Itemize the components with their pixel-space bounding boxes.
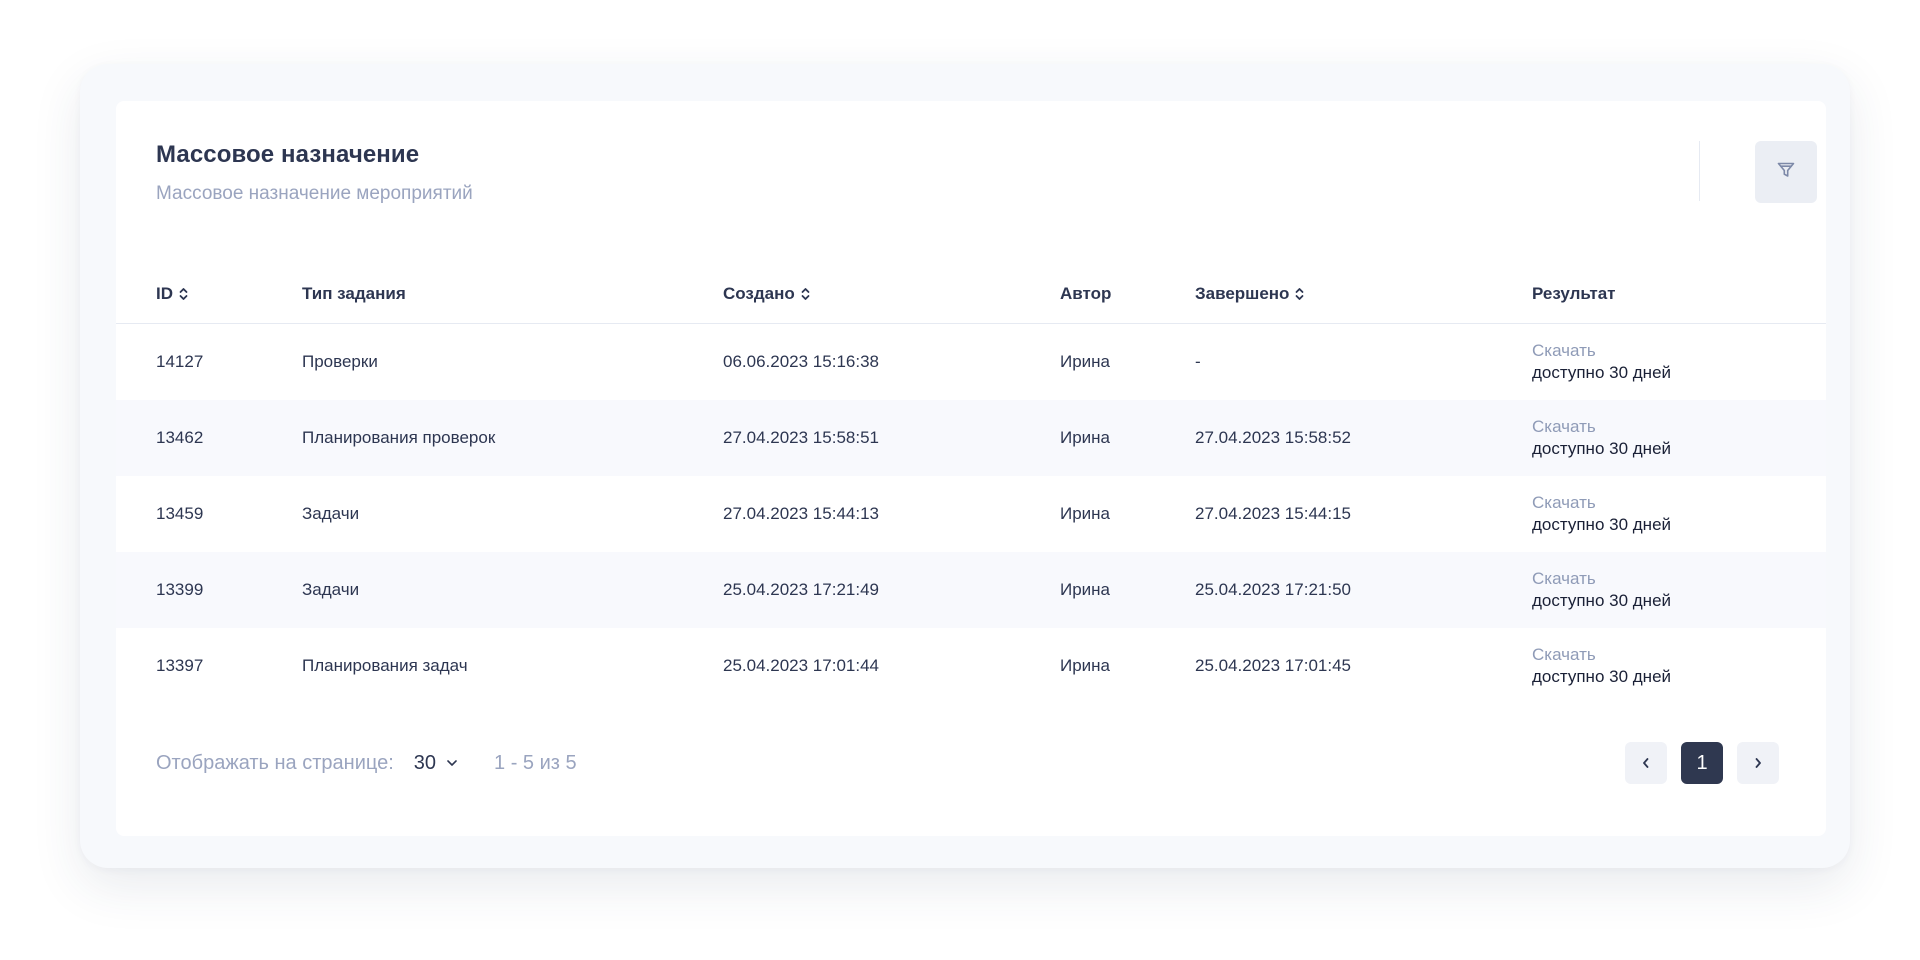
mass-assignment-card: Массовое назначение Массовое назначение …: [116, 101, 1826, 836]
cell-done: 25.04.2023 17:01:45: [1195, 656, 1351, 675]
column-header-author: Автор: [1060, 264, 1111, 324]
column-header-label: ID: [156, 284, 173, 303]
per-page-value: 30: [413, 751, 437, 774]
cell-result: Скачать доступно 30 дней: [1532, 400, 1671, 476]
table-row: 13459 Задачи 27.04.2023 15:44:13 Ирина 2…: [116, 476, 1826, 552]
availability-note: доступно 30 дней: [1532, 439, 1672, 458]
download-link[interactable]: Скачать: [1532, 644, 1596, 666]
cell-created: 06.06.2023 15:16:38: [723, 352, 879, 371]
filter-button[interactable]: [1755, 141, 1817, 203]
table-row: 14127 Проверки 06.06.2023 15:16:38 Ирина…: [116, 324, 1826, 400]
column-header-done[interactable]: Завершено: [1195, 264, 1304, 324]
availability-note: доступно 30 дней: [1532, 515, 1672, 534]
cell-id: 13459: [156, 504, 204, 523]
availability-note: доступно 30 дней: [1532, 363, 1672, 382]
page-subtitle: Массовое назначение мероприятий: [156, 183, 473, 204]
table-row: 13399 Задачи 25.04.2023 17:21:49 Ирина 2…: [116, 552, 1826, 628]
column-header-label: Завершено: [1195, 284, 1290, 303]
cell-created: 27.04.2023 15:44:13: [723, 504, 879, 523]
cell-result: Скачать доступно 30 дней: [1532, 476, 1671, 552]
cell-done: 25.04.2023 17:21:50: [1195, 580, 1351, 599]
column-header-result: Результат: [1532, 264, 1616, 324]
chevron-left-icon: [1642, 752, 1650, 775]
chevron-right-icon: [1754, 752, 1762, 775]
column-header-id[interactable]: ID: [156, 264, 188, 324]
cell-done: 27.04.2023 15:44:15: [1195, 504, 1351, 523]
table-footer: Отображать на странице: 30 1 - 5 из 5: [156, 742, 577, 784]
column-header-label: Автор: [1060, 284, 1112, 303]
table-row: 13462 Планирования проверок 27.04.2023 1…: [116, 400, 1826, 476]
column-header-label: Тип задания: [302, 284, 406, 303]
cell-type: Планирования проверок: [302, 428, 496, 447]
download-link[interactable]: Скачать: [1532, 416, 1596, 438]
cell-created: 25.04.2023 17:21:49: [723, 580, 879, 599]
sort-icon[interactable]: [801, 286, 810, 302]
download-link[interactable]: Скачать: [1532, 568, 1596, 590]
column-header-created[interactable]: Создано: [723, 264, 810, 324]
cell-created: 27.04.2023 15:58:51: [723, 428, 879, 447]
availability-note: доступно 30 дней: [1532, 667, 1672, 686]
cell-result: Скачать доступно 30 дней: [1532, 324, 1671, 400]
cell-id: 13397: [156, 656, 204, 675]
table-header: ID Тип задания Создано Автор Завершено Р…: [116, 264, 1826, 324]
page-header: Массовое назначение Массовое назначение …: [156, 141, 473, 205]
cell-created: 25.04.2023 17:01:44: [723, 656, 879, 675]
cell-author: Ирина: [1060, 352, 1111, 371]
column-header-label: Результат: [1532, 284, 1616, 303]
cell-author: Ирина: [1060, 580, 1111, 599]
page-title: Массовое назначение: [156, 141, 420, 168]
column-header-label: Создано: [723, 284, 795, 303]
cell-type: Проверки: [302, 352, 378, 371]
chevron-down-icon: [446, 759, 458, 767]
sort-icon[interactable]: [179, 286, 188, 302]
per-page-select[interactable]: 30: [414, 752, 458, 775]
next-page-button[interactable]: [1737, 742, 1779, 784]
cell-result: Скачать доступно 30 дней: [1532, 628, 1671, 704]
download-link[interactable]: Скачать: [1532, 340, 1596, 362]
per-page-label: Отображать на странице:: [156, 751, 394, 774]
pagination: 1: [1625, 742, 1779, 784]
cell-type: Задачи: [302, 504, 360, 523]
table-row: 13397 Планирования задач 25.04.2023 17:0…: [116, 628, 1826, 704]
cell-id: 14127: [156, 352, 204, 371]
cell-done: 27.04.2023 15:58:52: [1195, 428, 1351, 447]
cell-author: Ирина: [1060, 656, 1111, 675]
cell-author: Ирина: [1060, 428, 1111, 447]
cell-type: Планирования задач: [302, 656, 468, 675]
cell-id: 13462: [156, 428, 204, 447]
cell-author: Ирина: [1060, 504, 1111, 523]
header-divider: [1699, 141, 1700, 201]
pagination-range: 1 - 5 из 5: [494, 751, 577, 774]
availability-note: доступно 30 дней: [1532, 591, 1672, 610]
tasks-table: ID Тип задания Создано Автор Завершено Р…: [116, 264, 1826, 704]
cell-type: Задачи: [302, 580, 360, 599]
column-header-type: Тип задания: [302, 264, 406, 324]
cell-result: Скачать доступно 30 дней: [1532, 552, 1671, 628]
cell-done: -: [1195, 352, 1201, 371]
download-link[interactable]: Скачать: [1532, 492, 1596, 514]
sort-icon[interactable]: [1295, 286, 1304, 302]
filter-icon: [1776, 160, 1796, 185]
cell-id: 13399: [156, 580, 204, 599]
prev-page-button[interactable]: [1625, 742, 1667, 784]
page-button-current[interactable]: 1: [1681, 742, 1723, 784]
